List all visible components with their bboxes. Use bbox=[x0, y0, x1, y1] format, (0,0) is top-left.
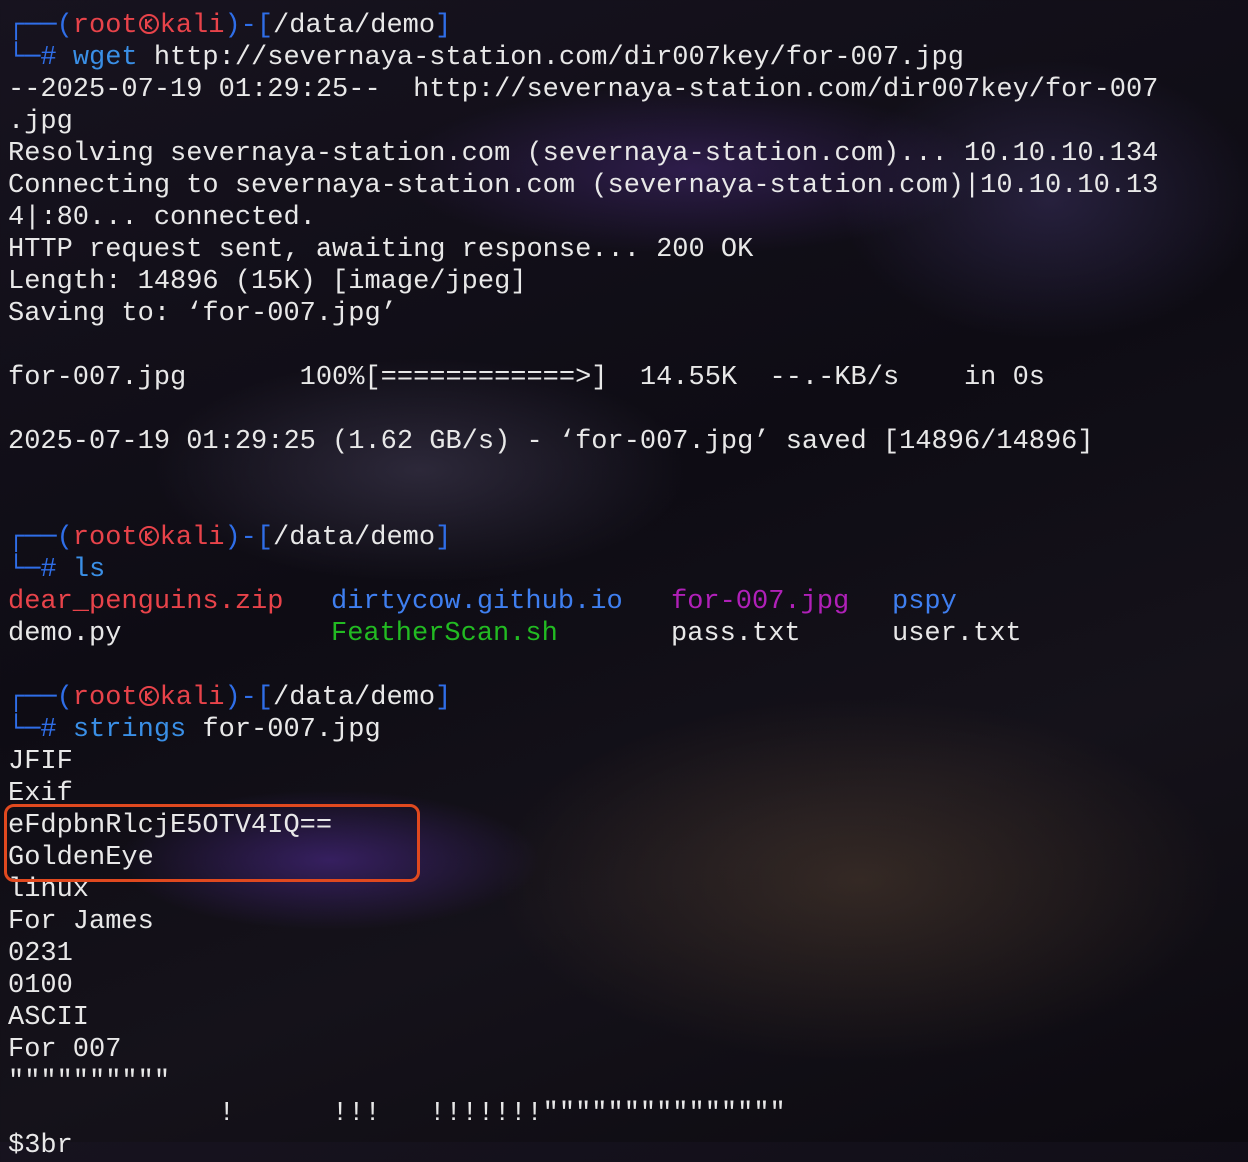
command-name: wget bbox=[72, 43, 138, 73]
command-args: for-007.jpg bbox=[186, 715, 381, 745]
progress-line: for-007.jpg 100%[============>] 14.55K -… bbox=[8, 363, 1045, 393]
output-line: Connecting to severnaya-station.com (sev… bbox=[8, 171, 1159, 201]
strings-line: ! !!! !!!!!!!""""""""""""""" bbox=[8, 1099, 786, 1129]
kali-logo-icon bbox=[138, 526, 159, 546]
prompt-second-prefix: └─ bbox=[8, 43, 41, 73]
strings-line: 0100 bbox=[8, 971, 73, 1001]
file-directory: pspy bbox=[892, 587, 957, 617]
output-line: HTTP request sent, awaiting response... … bbox=[8, 235, 754, 265]
terminal[interactable]: ┌──(root kali)-[/data/demo] └─# wget http… bbox=[8, 10, 1240, 1162]
command-line-3[interactable]: └─# strings for-007.jpg bbox=[8, 714, 1240, 746]
ls-row-2: demo.py FeatherScan.sh pass.txt user.txt bbox=[8, 618, 1240, 650]
prompt-hash: # bbox=[40, 43, 73, 73]
prompt-line-3: ┌──(root kali)-[/data/demo] bbox=[8, 682, 1240, 714]
prompt-user: root bbox=[72, 523, 138, 553]
command-args: http://severnaya-station.com/dir007key/f… bbox=[137, 43, 964, 73]
strings-line: For James bbox=[8, 907, 154, 937]
file-text: pass.txt bbox=[671, 619, 801, 649]
prompt-host: kali bbox=[159, 523, 225, 553]
file-zip: dear_penguins.zip bbox=[8, 587, 284, 617]
strings-line: 0231 bbox=[8, 939, 73, 969]
highlight-box bbox=[4, 804, 420, 882]
strings-line: """""""""" bbox=[8, 1067, 171, 1097]
prompt-close: ] bbox=[435, 523, 452, 553]
file-python: demo.py bbox=[8, 619, 122, 649]
prompt-user: root bbox=[72, 683, 138, 713]
kali-logo-icon bbox=[138, 14, 159, 34]
prompt-close: ] bbox=[435, 11, 452, 41]
strings-line: $3br bbox=[8, 1131, 73, 1161]
command-line-1[interactable]: └─# wget http://severnaya-station.com/di… bbox=[8, 42, 1240, 74]
file-executable: FeatherScan.sh bbox=[331, 619, 558, 649]
prompt-line-1: ┌──(root kali)-[/data/demo] bbox=[8, 10, 1240, 42]
output-line: 4|:80... connected. bbox=[8, 203, 316, 233]
output-line: 2025-07-19 01:29:25 (1.62 GB/s) - ‘for-0… bbox=[8, 427, 1094, 457]
prompt-path: /data/demo bbox=[273, 523, 436, 553]
prompt-mid: )-[ bbox=[224, 683, 274, 713]
prompt-hash: # bbox=[40, 715, 73, 745]
prompt-path: /data/demo bbox=[273, 683, 436, 713]
file-directory: dirtycow.github.io bbox=[331, 587, 623, 617]
prompt-host: kali bbox=[159, 683, 225, 713]
prompt-mid: )-[ bbox=[224, 523, 274, 553]
prompt-line-2: ┌──(root kali)-[/data/demo] bbox=[8, 522, 1240, 554]
file-text: user.txt bbox=[892, 619, 1022, 649]
prompt-close: ] bbox=[435, 683, 452, 713]
prompt-user: root bbox=[72, 11, 138, 41]
ls-row-1: dear_penguins.zip dirtycow.github.io for-0… bbox=[8, 586, 1240, 618]
strings-line: For 007 bbox=[8, 1035, 122, 1065]
file-image: for-007.jpg bbox=[671, 587, 850, 617]
prompt-hash: # bbox=[40, 555, 73, 585]
output-line: Resolving severnaya-station.com (severna… bbox=[8, 139, 1159, 169]
kali-logo-icon bbox=[138, 686, 159, 706]
command-line-2[interactable]: └─# ls bbox=[8, 554, 1240, 586]
command-name: strings bbox=[72, 715, 187, 745]
prompt-open: ┌──( bbox=[8, 683, 73, 713]
prompt-second-prefix: └─ bbox=[8, 555, 41, 585]
output-line: Length: 14896 (15K) [image/jpeg] bbox=[8, 267, 527, 297]
prompt-open: ┌──( bbox=[8, 11, 73, 41]
output-line: .jpg bbox=[8, 107, 73, 137]
prompt-path: /data/demo bbox=[273, 11, 436, 41]
strings-line: ASCII bbox=[8, 1003, 90, 1033]
prompt-host: kali bbox=[159, 11, 225, 41]
prompt-mid: )-[ bbox=[224, 11, 274, 41]
output-line: --2025-07-19 01:29:25-- http://severnaya… bbox=[8, 75, 1159, 105]
command-name: ls bbox=[72, 555, 106, 585]
output-line: Saving to: ‘for-007.jpg’ bbox=[8, 299, 397, 329]
strings-line: JFIF bbox=[8, 747, 73, 777]
prompt-open: ┌──( bbox=[8, 523, 73, 553]
prompt-second-prefix: └─ bbox=[8, 715, 41, 745]
